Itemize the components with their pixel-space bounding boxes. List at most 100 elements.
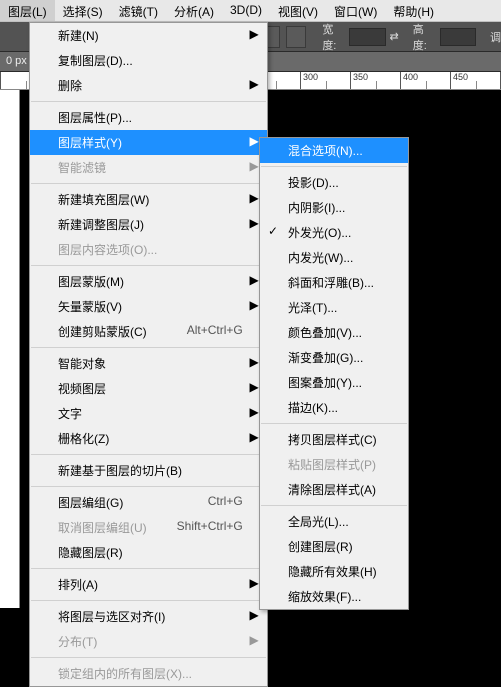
menu-item[interactable]: 新建基于图层的切片(B) [30, 458, 267, 483]
menu-item[interactable]: 文字 ▶ [30, 401, 267, 426]
menubar-item[interactable]: 图层(L) [0, 0, 55, 21]
menu-item[interactable]: 渐变叠加(G)... [260, 345, 408, 370]
menu-item-label: 图层属性(P)... [58, 109, 132, 126]
menu-item[interactable]: 图层编组(G) Ctrl+G [30, 490, 267, 515]
menu-item[interactable]: 图层属性(P)... [30, 105, 267, 130]
menubar-item[interactable]: 帮助(H) [385, 0, 442, 21]
submenu-arrow-icon: ▶ [249, 576, 258, 590]
menu-item: 粘贴图层样式(P) [260, 452, 408, 477]
submenu-arrow-icon: ▶ [249, 355, 258, 369]
menu-item-label: 将图层与选区对齐(I) [58, 608, 165, 625]
menu-item-label: 图层编组(G) [58, 494, 123, 511]
menu-item-label: 隐藏图层(R) [58, 544, 123, 561]
menu-item-label: 内阴影(I)... [288, 199, 345, 216]
swap-icon[interactable]: ⇄ [390, 30, 399, 43]
menu-item-label: 图案叠加(Y)... [288, 374, 362, 391]
menu-item[interactable]: 颜色叠加(V)... [260, 320, 408, 345]
menu-item-label: 删除 [58, 77, 82, 94]
menu-item: 取消图层编组(U)Shift+Ctrl+G [30, 515, 267, 540]
menu-item[interactable]: 图案叠加(Y)... [260, 370, 408, 395]
menu-separator [261, 423, 407, 424]
menubar-item[interactable]: 视图(V) [270, 0, 326, 21]
menu-item-label: 复制图层(D)... [58, 52, 133, 69]
submenu-arrow-icon: ▶ [249, 298, 258, 312]
menu-item[interactable]: 新建填充图层(W)▶ [30, 187, 267, 212]
adjust-label: 调 [490, 29, 501, 45]
height-field[interactable] [440, 28, 476, 46]
menu-item-label: 排列(A) [58, 576, 98, 593]
menu-item[interactable]: 矢量蒙版(V) ▶ [30, 294, 267, 319]
menu-item[interactable]: 内阴影(I)... [260, 195, 408, 220]
menu-item[interactable]: 新建(N)▶ [30, 23, 267, 48]
menu-item-label: 创建图层(R) [288, 538, 353, 555]
vertical-ruler [0, 90, 20, 608]
layer-style-submenu: 混合选项(N)... 投影(D)... 内阴影(I)... 外发光(O)...✓内发光… [259, 137, 409, 610]
menu-item[interactable]: 新建调整图层(J)▶ [30, 212, 267, 237]
menu-separator [31, 600, 266, 601]
menu-item[interactable]: 描边(K)... [260, 395, 408, 420]
menu-item-label: 文字 [58, 405, 82, 422]
menu-separator [261, 505, 407, 506]
submenu-arrow-icon: ▶ [249, 159, 258, 173]
menu-item[interactable]: 智能对象 ▶ [30, 351, 267, 376]
menu-item[interactable]: 复制图层(D)... [30, 48, 267, 73]
menubar-item[interactable]: 选择(S) [55, 0, 111, 21]
menu-item-shortcut: Alt+Ctrl+G [187, 323, 243, 340]
menu-item-label: 混合选项(N)... [288, 142, 363, 159]
menu-item-label: 矢量蒙版(V) [58, 298, 122, 315]
menu-item-label: 缩放效果(F)... [288, 588, 361, 605]
menu-item-label: 光泽(T)... [288, 299, 337, 316]
menu-item[interactable]: 外发光(O)...✓ [260, 220, 408, 245]
menu-separator [261, 166, 407, 167]
menubar-item[interactable]: 3D(D) [222, 0, 270, 21]
menu-separator [31, 101, 266, 102]
submenu-arrow-icon: ▶ [249, 405, 258, 419]
menu-item[interactable]: 创建剪贴蒙版(C)Alt+Ctrl+G [30, 319, 267, 344]
menu-item[interactable]: 创建图层(R) [260, 534, 408, 559]
menubar-item[interactable]: 滤镜(T) [111, 0, 166, 21]
menu-item[interactable]: 隐藏所有效果(H) [260, 559, 408, 584]
submenu-arrow-icon: ▶ [249, 380, 258, 394]
menu-item-label: 新建基于图层的切片(B) [58, 462, 182, 479]
menu-item[interactable]: 混合选项(N)... [260, 138, 408, 163]
menu-item-label: 新建调整图层(J) [58, 216, 144, 233]
ruler-mark: 400 [400, 72, 450, 89]
menu-item[interactable]: 光泽(T)... [260, 295, 408, 320]
menu-item-label: 锁定组内的所有图层(X)... [58, 665, 192, 682]
menu-item-label: 视频图层 [58, 380, 106, 397]
menu-item-label: 图层样式(Y) [58, 134, 122, 151]
menu-item-label: 智能对象 [58, 355, 106, 372]
menu-item[interactable]: 删除▶ [30, 73, 267, 98]
menu-item-shortcut: Ctrl+G [208, 494, 243, 511]
menu-item[interactable]: 排列(A) ▶ [30, 572, 267, 597]
submenu-arrow-icon: ▶ [249, 273, 258, 287]
menu-item[interactable]: 投影(D)... [260, 170, 408, 195]
menu-item[interactable]: 栅格化(Z)▶ [30, 426, 267, 451]
menu-item-label: 投影(D)... [288, 174, 339, 191]
menu-item-label: 栅格化(Z) [58, 430, 109, 447]
menu-item-label: 取消图层编组(U) [58, 519, 147, 536]
menu-item[interactable]: 清除图层样式(A) [260, 477, 408, 502]
menu-item[interactable]: 视频图层 ▶ [30, 376, 267, 401]
menu-item[interactable]: 缩放效果(F)... [260, 584, 408, 609]
menu-item: 图层内容选项(O)... [30, 237, 267, 262]
submenu-arrow-icon: ▶ [249, 27, 258, 41]
menu-separator [31, 486, 266, 487]
menu-item[interactable]: 拷贝图层样式(C) [260, 427, 408, 452]
ruler-mark: 450 [450, 72, 500, 89]
menu-item-label: 图层蒙版(M) [58, 273, 124, 290]
menu-item-label: 隐藏所有效果(H) [288, 563, 377, 580]
menubar-item[interactable]: 窗口(W) [326, 0, 385, 21]
menubar-item[interactable]: 分析(A) [166, 0, 222, 21]
menu-item[interactable]: 全局光(L)... [260, 509, 408, 534]
toolbar-icon-2[interactable] [286, 26, 306, 48]
width-field[interactable] [349, 28, 385, 46]
menu-item[interactable]: 图层样式(Y)▶ [30, 130, 267, 155]
menu-item[interactable]: 隐藏图层(R) [30, 540, 267, 565]
menubar: 图层(L)选择(S)滤镜(T)分析(A)3D(D)视图(V)窗口(W)帮助(H) [0, 0, 501, 22]
menu-item[interactable]: 斜面和浮雕(B)... [260, 270, 408, 295]
menu-item-label: 斜面和浮雕(B)... [288, 274, 374, 291]
menu-item[interactable]: 内发光(W)... [260, 245, 408, 270]
menu-item[interactable]: 图层蒙版(M) ▶ [30, 269, 267, 294]
ruler-mark: 300 [300, 72, 350, 89]
